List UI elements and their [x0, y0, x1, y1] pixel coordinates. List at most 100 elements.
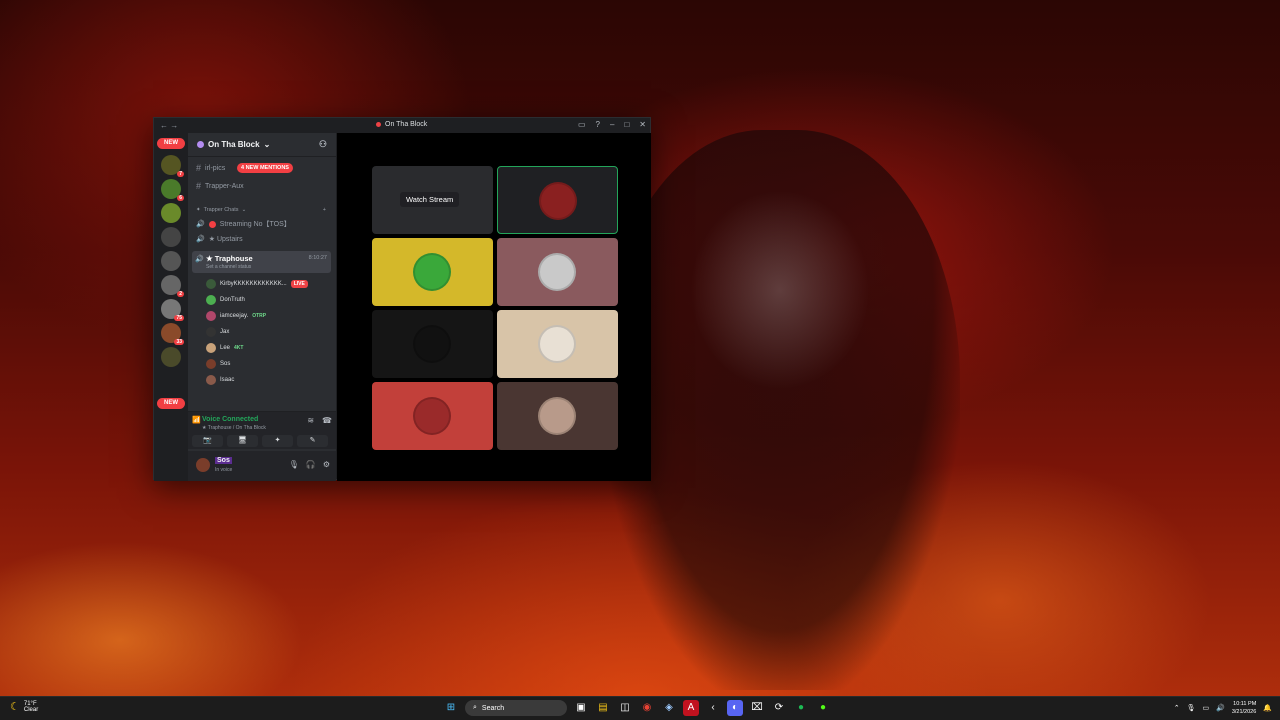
voice-member[interactable]: KirbyKKKKKKKKKKKK... LIVE	[206, 279, 308, 289]
voice-timer: 8:10:27	[308, 255, 327, 261]
participant-tile[interactable]	[497, 382, 618, 450]
server-icon[interactable]: 6	[161, 179, 184, 201]
file-explorer-icon[interactable]: ▤	[595, 700, 611, 716]
voice-member[interactable]: Jax	[206, 327, 229, 337]
server-icon[interactable]: 2	[161, 275, 184, 297]
server-icon[interactable]	[161, 347, 181, 367]
spotify-icon[interactable]: ●	[793, 700, 809, 716]
noise-suppression-icon[interactable]: ≋	[307, 416, 314, 425]
channel-irl-pics[interactable]: # irl-pics	[196, 163, 225, 173]
forward-arrow-icon[interactable]: →	[170, 121, 178, 130]
server-icon[interactable]	[161, 203, 181, 223]
channel-label: Streaming No【TOS】	[219, 221, 291, 228]
participant-tile[interactable]	[372, 310, 493, 378]
participant-tile[interactable]	[497, 238, 618, 306]
add-channel-icon[interactable]: +	[323, 207, 326, 213]
capcut-icon[interactable]: ‹	[705, 700, 721, 716]
disconnect-icon[interactable]: ☎	[322, 416, 332, 425]
participant-tile[interactable]	[497, 310, 618, 378]
member-name: Sos	[220, 361, 231, 367]
voice-member[interactable]: Lee 4KT	[206, 343, 243, 353]
avatar[interactable]	[196, 458, 210, 472]
gear-icon[interactable]: ⚙	[323, 460, 330, 469]
time: 10:11 PM	[1233, 701, 1257, 707]
weather-text: 71°F Clear	[24, 701, 38, 713]
kick-icon[interactable]: ●	[815, 700, 831, 716]
weather-widget[interactable]: ☾ 71°F Clear	[10, 700, 38, 714]
channel-upstairs[interactable]: 🔊 ★ Upstairs	[196, 235, 243, 243]
user-status: In voice	[215, 467, 233, 473]
member-name: DonTruth	[220, 297, 245, 303]
terminal-icon[interactable]: ⌧	[749, 700, 765, 716]
close-button[interactable]: ✕	[639, 120, 646, 129]
mention-badge: 75	[174, 315, 184, 321]
date: 3/21/2026	[1231, 709, 1257, 715]
server-icon[interactable]: 75	[161, 299, 184, 321]
server-icon[interactable]: 33	[161, 323, 184, 345]
volume-icon[interactable]: 🔊	[1216, 704, 1225, 712]
microphone-icon[interactable]: 🎙	[289, 460, 299, 469]
monitor-icon[interactable]: ▭	[1202, 704, 1209, 712]
maximize-button[interactable]: □	[624, 120, 629, 129]
taskbar: ☾ 71°F Clear ⊞ ⌕ Search ▣ ▤ ◫ ◉ ◈ A ‹ ◐ ⌧…	[0, 696, 1280, 720]
member-name: iamceejay.	[220, 313, 249, 319]
steam-icon[interactable]: ◈	[661, 700, 677, 716]
channel-streaming[interactable]: 🔊 Streaming No【TOS】	[196, 219, 291, 229]
voice-member[interactable]: DonTruth	[206, 295, 245, 305]
invite-icon[interactable]: ⚇	[319, 139, 327, 150]
window-controls: ▭ ? – □ ✕	[578, 120, 646, 129]
clock[interactable]: 10:11 PM 3/21/2026	[1232, 700, 1256, 716]
soundboard-button[interactable]: ✎	[297, 435, 328, 447]
channel-status-text[interactable]: Set a channel status	[206, 264, 251, 270]
chrome-icon[interactable]: ◉	[639, 700, 655, 716]
voice-member[interactable]: Isaac	[206, 375, 234, 385]
stream-tile[interactable]: Watch Stream	[372, 166, 493, 234]
voice-location[interactable]: ★ Traphouse / On Tha Block	[202, 425, 266, 431]
camera-button[interactable]: 📷	[192, 435, 223, 447]
server-icon[interactable]	[161, 227, 181, 247]
back-arrow-icon[interactable]: ←	[160, 121, 168, 130]
help-icon[interactable]: ?	[596, 120, 600, 129]
server-icon[interactable]	[161, 251, 181, 271]
avatar	[413, 397, 451, 435]
watch-stream-button[interactable]: Watch Stream	[400, 192, 460, 207]
username[interactable]: Sos	[215, 457, 232, 464]
microphone-icon[interactable]: 🎙	[1187, 704, 1196, 712]
voice-member[interactable]: Sos	[206, 359, 230, 369]
chevron-up-icon[interactable]: ⌃	[1174, 704, 1180, 712]
avatar	[413, 325, 451, 363]
activities-button[interactable]: ✦	[262, 435, 293, 447]
app-a-icon[interactable]: A	[683, 700, 699, 716]
avatar	[539, 182, 577, 220]
search-box[interactable]: ⌕ Search	[465, 700, 567, 716]
headphones-icon[interactable]: 🎧	[306, 460, 316, 469]
participant-tile[interactable]	[372, 382, 493, 450]
signal-icon[interactable]: 📶	[192, 416, 201, 424]
hash-icon: #	[196, 163, 202, 173]
chevron-down-icon: ⌄	[263, 140, 271, 149]
nav-arrows[interactable]: ← →	[160, 121, 178, 130]
channel-trapper-aux[interactable]: # Trapper-Aux	[196, 181, 244, 191]
category-trapper-chats[interactable]: ✦ Trapper Chats ⌄ +	[196, 207, 326, 213]
new-unreads-pill-top[interactable]: NEW	[157, 138, 185, 149]
voice-stage: Watch Stream	[337, 133, 651, 481]
server-icon[interactable]: 7	[161, 155, 184, 177]
notification-icon[interactable]: 🔔	[1263, 704, 1272, 712]
task-view-icon[interactable]: ▣	[573, 700, 589, 716]
participant-tile[interactable]	[372, 238, 493, 306]
discord-icon[interactable]: ◐	[727, 700, 743, 716]
store-icon[interactable]: ◫	[617, 700, 633, 716]
app-icon[interactable]: ⟳	[771, 700, 787, 716]
channel-traphouse[interactable]: 🔊 ★ Traphouse Set a channel status 8:10:…	[192, 251, 331, 273]
speaker-icon: 🔊	[196, 221, 205, 228]
new-mentions-pill[interactable]: 4 NEW MENTIONS	[237, 163, 293, 173]
new-unreads-pill-bottom[interactable]: NEW	[157, 398, 185, 409]
participant-tile[interactable]	[497, 166, 618, 234]
voice-member[interactable]: iamceejay. OTRP	[206, 311, 266, 321]
server-header[interactable]: On Tha Block ⌄ ⚇	[188, 133, 336, 157]
inbox-icon[interactable]: ▭	[578, 120, 586, 129]
start-icon[interactable]: ⊞	[443, 700, 459, 716]
voice-status[interactable]: Voice Connected	[202, 416, 258, 423]
screen-share-button[interactable]: 🖥	[227, 435, 258, 447]
minimize-button[interactable]: –	[610, 120, 614, 129]
